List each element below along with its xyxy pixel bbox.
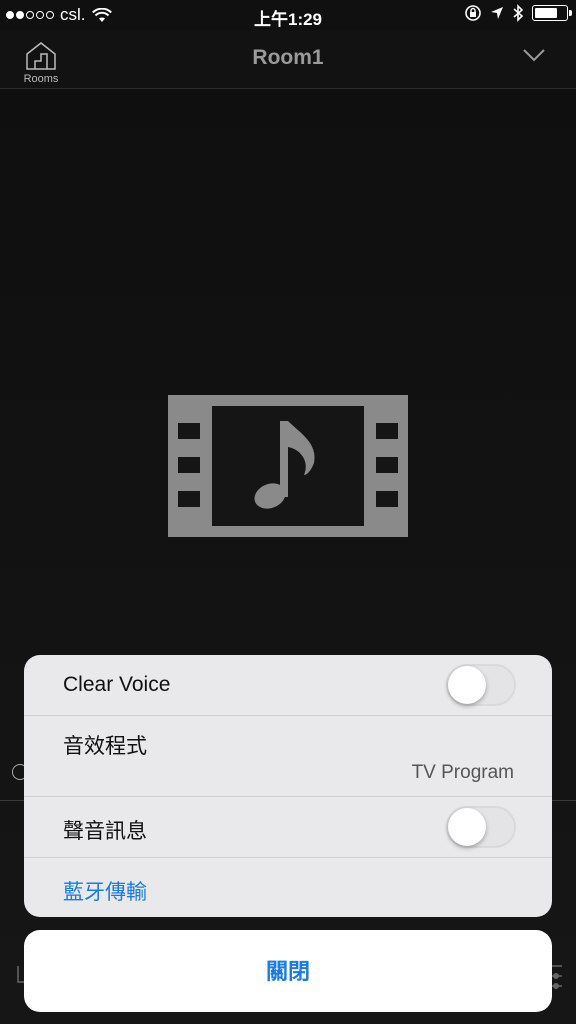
clear-voice-row: Clear Voice: [24, 655, 552, 716]
action-sheet: Clear Voice 音效程式 TV Program 聲音訊息 藍牙傳輸: [24, 655, 552, 917]
clear-voice-label: Clear Voice: [63, 673, 171, 696]
clear-voice-toggle[interactable]: [446, 664, 516, 706]
status-bar: csl. 上午1:29: [0, 0, 576, 30]
voice-guidance-label: 聲音訊息: [63, 820, 147, 843]
voice-guidance-row: 聲音訊息: [24, 797, 552, 858]
film-music-icon: [168, 395, 408, 537]
chevron-down-icon[interactable]: [522, 48, 546, 62]
sound-program-value: TV Program: [411, 762, 514, 783]
toggle-knob: [448, 666, 486, 704]
bluetooth-transmit-link[interactable]: 藍牙傳輸: [63, 876, 147, 906]
bluetooth-icon: [513, 4, 524, 22]
page-title: Room1: [252, 46, 324, 69]
nav-bar: Rooms Room1: [0, 30, 576, 89]
location-icon: [491, 7, 503, 19]
orientation-lock-icon: [465, 5, 481, 21]
battery-icon: [532, 5, 572, 21]
voice-guidance-toggle[interactable]: [446, 806, 516, 848]
rooms-label: Rooms: [23, 73, 59, 85]
close-button[interactable]: 關閉: [24, 930, 552, 1012]
toggle-knob: [448, 808, 486, 846]
bluetooth-row[interactable]: 藍牙傳輸: [24, 858, 552, 917]
sound-program-label: 音效程式: [63, 735, 147, 758]
sound-program-row[interactable]: 音效程式 TV Program: [24, 716, 552, 797]
